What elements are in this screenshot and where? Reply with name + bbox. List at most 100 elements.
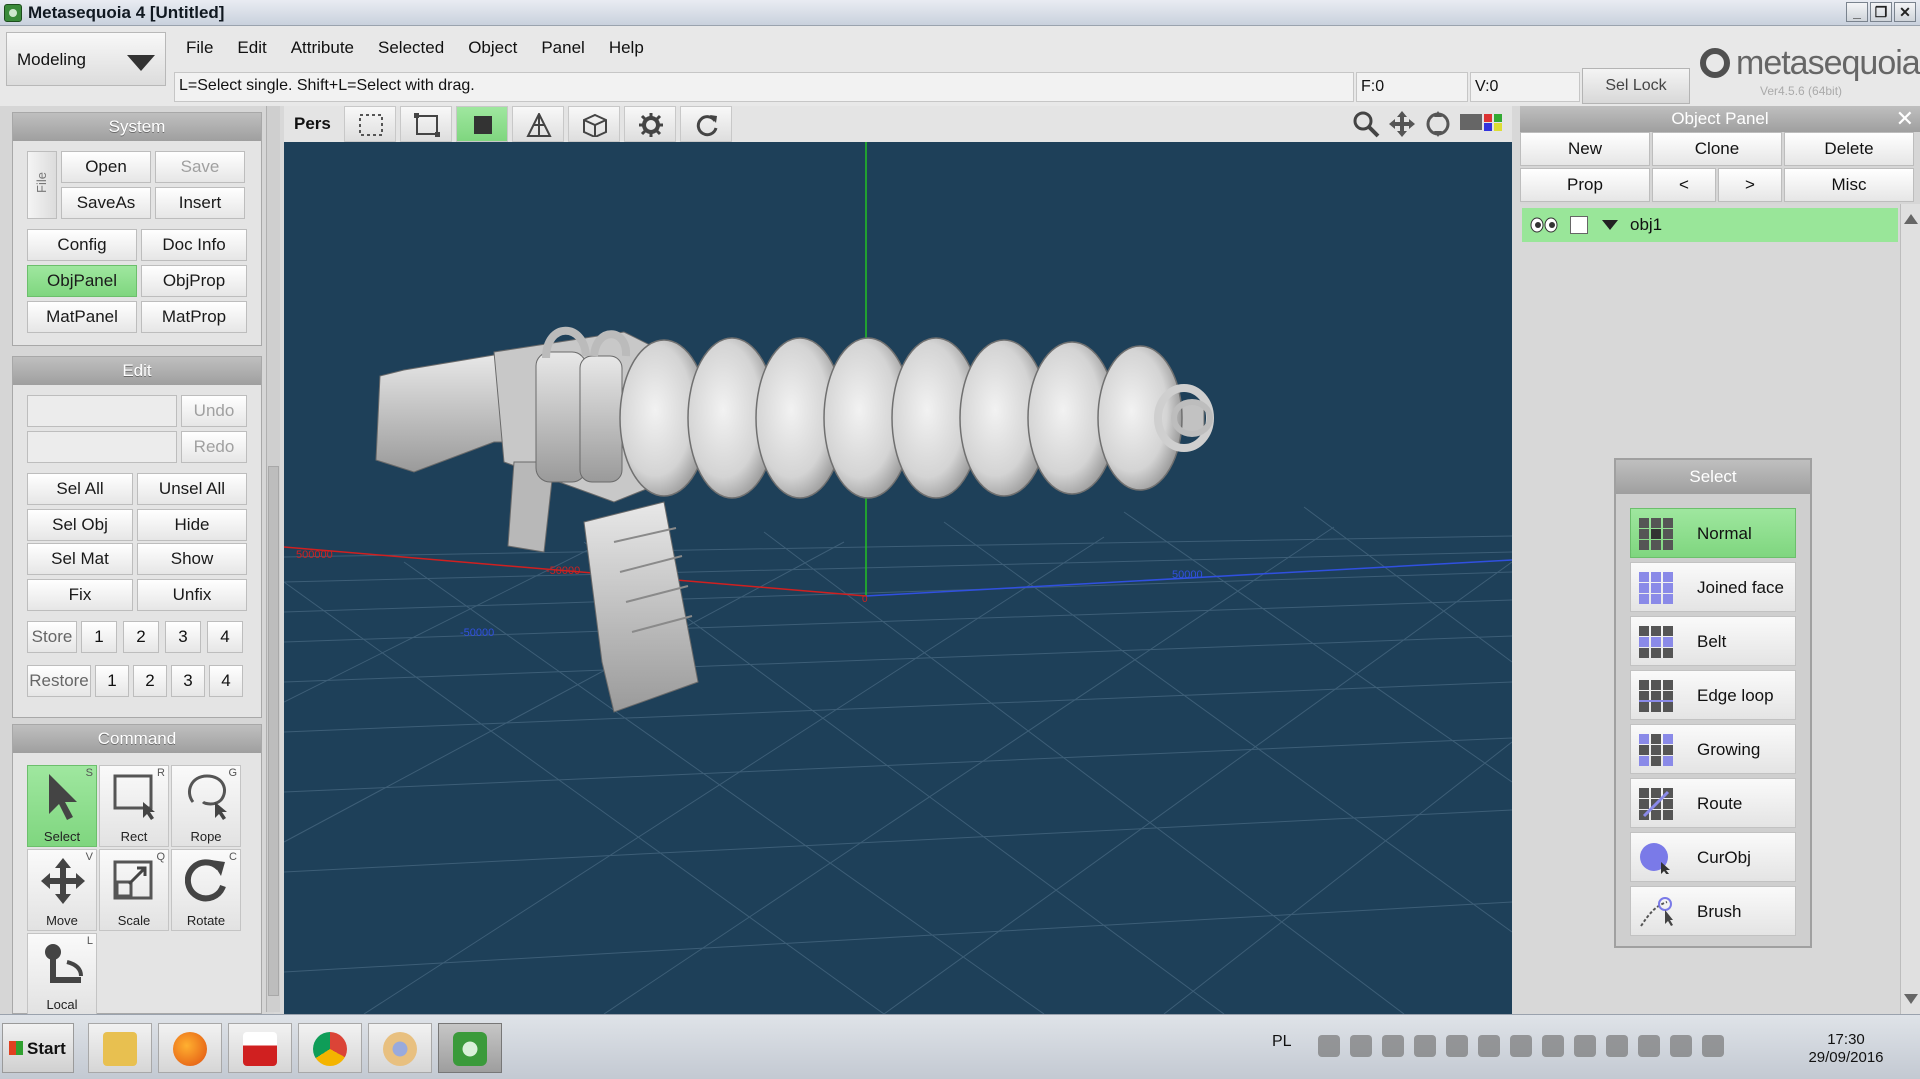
scroll-down-icon[interactable] <box>1904 994 1918 1004</box>
objprop-button[interactable]: ObjProp <box>141 265 247 297</box>
menu-object[interactable]: Object <box>456 34 529 64</box>
display-hidden-button[interactable] <box>512 106 564 142</box>
pan-icon[interactable] <box>1388 110 1416 138</box>
select-growing-button[interactable]: Growing <box>1630 724 1796 774</box>
object-prop-button[interactable]: Prop <box>1520 168 1650 202</box>
save-button[interactable]: Save <box>155 151 245 183</box>
maximize-button[interactable]: ❐ <box>1870 2 1892 22</box>
taskbar-file-explorer[interactable] <box>88 1023 152 1073</box>
objpanel-button[interactable]: ObjPanel <box>27 265 137 297</box>
3d-viewport[interactable]: 500000 -50000 -50000 50000 0 <box>284 142 1512 1014</box>
shield-icon[interactable] <box>1414 1035 1436 1057</box>
restore-button[interactable]: Restore <box>27 665 91 697</box>
taskbar-popcorn-app[interactable] <box>228 1023 292 1073</box>
store-slot-4[interactable]: 4 <box>207 621 243 653</box>
network-icon[interactable] <box>1638 1035 1660 1057</box>
restore-slot-1[interactable]: 1 <box>95 665 129 697</box>
clock[interactable]: 17:30 29/09/2016 <box>1802 1031 1890 1067</box>
store-slot-2[interactable]: 2 <box>123 621 159 653</box>
flag-notification-icon[interactable] <box>1702 1035 1724 1057</box>
sel-obj-button[interactable]: Sel Obj <box>27 509 133 541</box>
keyboard-icon[interactable] <box>1318 1035 1340 1057</box>
sel-mat-button[interactable]: Sel Mat <box>27 543 133 575</box>
sel-lock-button[interactable]: Sel Lock <box>1582 68 1690 104</box>
next-object-button[interactable]: > <box>1718 168 1782 202</box>
store-slot-3[interactable]: 3 <box>165 621 201 653</box>
matpanel-button[interactable]: MatPanel <box>27 301 137 333</box>
rope-tool[interactable]: G Rope <box>171 765 241 847</box>
select-edge-loop-button[interactable]: Edge loop <box>1630 670 1796 720</box>
refresh-view-button[interactable] <box>680 106 732 142</box>
show-button[interactable]: Show <box>137 543 247 575</box>
saveas-button[interactable]: SaveAs <box>61 187 151 219</box>
move-tool[interactable]: V Move <box>27 849 97 931</box>
store-slot-1[interactable]: 1 <box>81 621 117 653</box>
cloud-icon[interactable] <box>1478 1035 1500 1057</box>
matprop-button[interactable]: MatProp <box>141 301 247 333</box>
chat-icon[interactable] <box>1510 1035 1532 1057</box>
undo-button[interactable]: Undo <box>181 395 247 427</box>
taskbar-chrome[interactable] <box>298 1023 362 1073</box>
expand-arrow-icon[interactable] <box>1602 220 1618 230</box>
menu-attribute[interactable]: Attribute <box>279 34 366 64</box>
restore-slot-2[interactable]: 2 <box>133 665 167 697</box>
steam-icon[interactable] <box>1382 1035 1404 1057</box>
select-curobj-button[interactable]: CurObj <box>1630 832 1796 882</box>
select-joined-face-button[interactable]: Joined face <box>1630 562 1796 612</box>
select-brush-button[interactable]: Brush <box>1630 886 1796 936</box>
gamepad-icon[interactable] <box>1350 1035 1372 1057</box>
file-tab[interactable]: File <box>27 151 57 219</box>
unfix-button[interactable]: Unfix <box>137 579 247 611</box>
clone-object-button[interactable]: Clone <box>1652 132 1782 166</box>
scroll-up-icon[interactable] <box>1904 214 1918 224</box>
device-icon[interactable] <box>1606 1035 1628 1057</box>
visibility-eye-icon[interactable] <box>1530 217 1558 233</box>
left-scrollbar[interactable] <box>266 106 280 1012</box>
misc-button[interactable]: Misc <box>1784 168 1914 202</box>
unsel-all-button[interactable]: Unsel All <box>137 473 247 505</box>
view-mode-label[interactable]: Pers <box>294 114 331 134</box>
taskbar-metasequoia[interactable] <box>438 1023 502 1073</box>
view-settings-button[interactable] <box>624 106 676 142</box>
display-vertex-button[interactable] <box>344 106 396 142</box>
object-row[interactable]: obj1 <box>1522 208 1898 242</box>
bluetooth-icon[interactable] <box>1574 1035 1596 1057</box>
select-tool[interactable]: S Select <box>27 765 97 847</box>
close-button[interactable]: ✕ <box>1894 2 1916 22</box>
insert-button[interactable]: Insert <box>155 187 245 219</box>
app-tray-icon[interactable] <box>1446 1035 1468 1057</box>
docinfo-button[interactable]: Doc Info <box>141 229 247 261</box>
object-list-scrollbar[interactable] <box>1900 204 1920 1014</box>
redo-button[interactable]: Redo <box>181 431 247 463</box>
rect-tool[interactable]: R Rect <box>99 765 169 847</box>
volume-icon[interactable] <box>1670 1035 1692 1057</box>
menu-panel[interactable]: Panel <box>529 34 596 64</box>
taskbar-paint[interactable] <box>368 1023 432 1073</box>
taskbar-firefox[interactable] <box>158 1023 222 1073</box>
delete-object-button[interactable]: Delete <box>1784 132 1914 166</box>
display-face-button[interactable] <box>456 106 508 142</box>
menu-selected[interactable]: Selected <box>366 34 456 64</box>
select-route-button[interactable]: Route <box>1630 778 1796 828</box>
display-wire-button[interactable] <box>400 106 452 142</box>
local-tool[interactable]: L Local <box>27 933 97 1015</box>
display-color-icon[interactable] <box>1460 110 1508 134</box>
restore-slot-3[interactable]: 3 <box>171 665 205 697</box>
prev-object-button[interactable]: < <box>1652 168 1716 202</box>
object-panel-close-icon[interactable]: ✕ <box>1896 106 1914 132</box>
select-belt-button[interactable]: Belt <box>1630 616 1796 666</box>
display-bbox-button[interactable] <box>568 106 620 142</box>
store-button[interactable]: Store <box>27 621 77 653</box>
start-button[interactable]: Start <box>2 1023 74 1073</box>
orbit-icon[interactable] <box>1424 110 1452 138</box>
lock-checkbox[interactable] <box>1570 216 1588 234</box>
hide-button[interactable]: Hide <box>137 509 247 541</box>
new-object-button[interactable]: New <box>1520 132 1650 166</box>
mode-dropdown[interactable]: Modeling <box>6 32 166 86</box>
zoom-icon[interactable] <box>1352 110 1380 138</box>
rotate-tool[interactable]: C Rotate <box>171 849 241 931</box>
config-button[interactable]: Config <box>27 229 137 261</box>
scale-tool[interactable]: Q Scale <box>99 849 169 931</box>
sel-all-button[interactable]: Sel All <box>27 473 133 505</box>
select-normal-button[interactable]: Normal <box>1630 508 1796 558</box>
